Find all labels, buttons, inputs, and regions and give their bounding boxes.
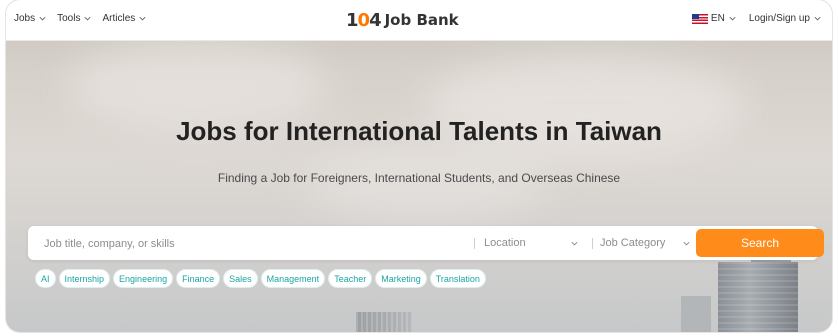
tag-sales[interactable]: Sales bbox=[224, 270, 257, 287]
nav-tools-label: Tools bbox=[57, 13, 81, 24]
login-signup-menu[interactable]: Login/Sign up bbox=[749, 13, 822, 24]
search-button[interactable]: Search bbox=[696, 229, 824, 257]
page-subtitle: Finding a Job for Foreigners, Internatio… bbox=[217, 171, 621, 185]
logo-digit: 4 bbox=[369, 9, 381, 31]
nav-jobs[interactable]: Jobs bbox=[14, 13, 47, 24]
nav-tools[interactable]: Tools bbox=[57, 13, 92, 24]
language-label: EN bbox=[710, 13, 725, 24]
tag-teacher[interactable]: Teacher bbox=[329, 270, 372, 287]
chevron-down-icon bbox=[571, 241, 578, 245]
tag-engineering[interactable]: Engineering bbox=[114, 270, 173, 287]
logo-digit: 1 bbox=[346, 9, 358, 31]
tag-management[interactable]: Management bbox=[261, 270, 325, 287]
location-label: Location bbox=[484, 237, 526, 249]
tag-marketing[interactable]: Marketing bbox=[376, 270, 426, 287]
divider bbox=[474, 238, 475, 249]
nav-jobs-label: Jobs bbox=[14, 13, 36, 24]
nav-articles-label: Articles bbox=[102, 13, 136, 24]
chevron-down-icon bbox=[39, 16, 46, 21]
chevron-down-icon bbox=[683, 241, 690, 245]
location-dropdown[interactable]: Location bbox=[484, 226, 590, 260]
user-nav: EN Login/Sign up bbox=[691, 13, 822, 24]
search-input[interactable] bbox=[42, 226, 476, 262]
tag-finance[interactable]: Finance bbox=[177, 270, 220, 287]
logo-text: Job Bank bbox=[384, 11, 459, 29]
chevron-down-icon bbox=[814, 16, 821, 21]
background-building bbox=[356, 312, 412, 332]
login-label: Login/Sign up bbox=[748, 13, 810, 24]
chevron-down-icon bbox=[729, 16, 736, 21]
logo-digit: 0 bbox=[357, 9, 370, 31]
popular-tags: AI Internship Engineering Finance Sales … bbox=[36, 270, 485, 287]
tag-translation[interactable]: Translation bbox=[430, 270, 485, 287]
background-building bbox=[681, 296, 711, 332]
job-category-label: Job Category bbox=[600, 237, 666, 249]
us-flag-icon bbox=[691, 13, 708, 24]
background-haze bbox=[306, 150, 546, 220]
main-nav: Jobs Tools Articles bbox=[14, 13, 147, 24]
chevron-down-icon bbox=[84, 16, 92, 21]
top-navbar: Jobs Tools Articles 104 Job Bank EN Logi… bbox=[6, 0, 832, 41]
language-selector[interactable]: EN bbox=[691, 13, 737, 24]
job-category-dropdown[interactable]: Job Category bbox=[600, 226, 700, 260]
page-title: Jobs for International Talents in Taiwan bbox=[176, 116, 662, 146]
logo-mark: 104 bbox=[346, 9, 382, 31]
nav-articles[interactable]: Articles bbox=[102, 13, 147, 24]
chevron-down-icon bbox=[139, 16, 146, 21]
background-building bbox=[718, 262, 798, 332]
tag-internship[interactable]: Internship bbox=[59, 270, 110, 287]
tag-ai[interactable]: AI bbox=[36, 270, 55, 287]
site-logo[interactable]: 104 Job Bank bbox=[346, 8, 459, 32]
page-frame: Jobs Tools Articles 104 Job Bank EN Logi… bbox=[6, 0, 832, 332]
job-search-bar: Location Job Category Search bbox=[28, 226, 824, 262]
divider bbox=[592, 238, 593, 249]
